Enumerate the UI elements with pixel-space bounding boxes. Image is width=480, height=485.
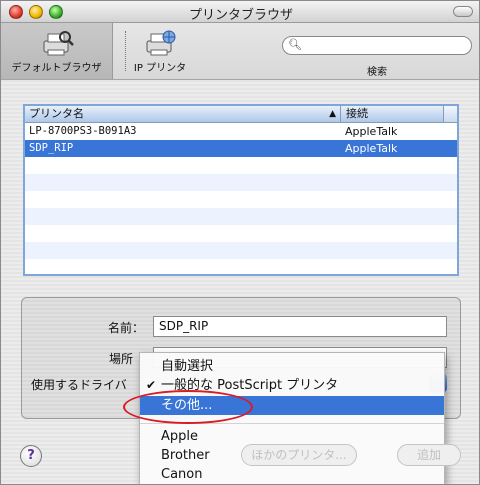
printer-name-cell: SDP_RIP (29, 142, 74, 154)
printer-connection-cell: AppleTalk (345, 142, 398, 155)
toolbar-separator (125, 31, 126, 71)
title-bar: プリンタブラウザ (1, 1, 479, 23)
column-header-end (443, 106, 457, 122)
empty-row (25, 157, 457, 174)
search-icon: 🔍︎ (288, 38, 302, 51)
column-connection-label: 接続 (346, 107, 368, 120)
name-label: 名前： (108, 321, 145, 335)
menu-item-auto-select[interactable]: 自動選択 (140, 357, 444, 376)
empty-row (25, 208, 457, 225)
printer-connection-cell: AppleTalk (345, 125, 398, 138)
location-label: 場所 (109, 352, 134, 366)
driver-label: 使用するドライバ (31, 378, 127, 392)
sort-ascending-icon: ▲ (329, 109, 336, 119)
empty-row (25, 174, 457, 191)
empty-row (25, 259, 457, 276)
empty-row (25, 191, 457, 208)
toolbar-toggle-button[interactable] (453, 6, 473, 17)
menu-separator (140, 423, 444, 424)
menu-item-generic-label: 一般的な PostScript プリンタ (161, 378, 339, 393)
help-button[interactable]: ? (20, 445, 42, 467)
table-row[interactable]: SDP_RIP AppleTalk (25, 140, 457, 157)
printer-list[interactable]: プリンタ名 ▲ 接続 LP-8700PS3-B091A3 AppleTalk S… (23, 104, 459, 276)
default-browser-label: デフォルトブラウザ (11, 63, 102, 74)
toolbar: デフォルトブラウザ IP プリンタ 🔍︎ 検索 (1, 23, 479, 80)
ip-printer-tab[interactable]: IP プリンタ (129, 23, 191, 79)
printer-rows: LP-8700PS3-B091A3 AppleTalk SDP_RIP Appl… (25, 123, 457, 276)
column-header-name[interactable]: プリンタ名 ▲ (25, 106, 341, 122)
window-title: プリンタブラウザ (188, 8, 293, 23)
default-browser-tab[interactable]: デフォルトブラウザ (1, 23, 113, 79)
network-printer-icon (146, 30, 176, 56)
table-row[interactable]: LP-8700PS3-B091A3 AppleTalk (25, 123, 457, 140)
more-printers-button[interactable]: ほかのプリンタ... (241, 444, 357, 466)
search-label: 検索 (367, 67, 387, 78)
column-header-connection[interactable]: 接続 (342, 106, 442, 122)
empty-row (25, 225, 457, 242)
printer-name-cell: LP-8700PS3-B091A3 (29, 125, 137, 137)
empty-row (25, 242, 457, 259)
menu-item-vendor[interactable]: Canon (140, 465, 444, 484)
printer-browser-window: プリンタブラウザ デフォルトブラウザ IP プリンタ 🔍︎ 検索 プリンタ名 ▲… (0, 0, 480, 485)
printer-search-icon (43, 31, 74, 56)
ip-printer-label: IP プリンタ (133, 63, 187, 74)
checkmark-icon: ✔ (146, 378, 157, 392)
list-header: プリンタ名 ▲ 接続 (25, 106, 457, 123)
column-name-label: プリンタ名 (29, 107, 84, 120)
menu-item-other[interactable]: その他... (140, 396, 444, 415)
name-field[interactable]: SDP_RIP (153, 316, 447, 337)
add-button[interactable]: 追加 (397, 444, 461, 466)
search-input[interactable]: 🔍︎ (282, 36, 472, 55)
menu-item-generic-postscript[interactable]: ✔ 一般的な PostScript プリンタ (140, 376, 444, 395)
